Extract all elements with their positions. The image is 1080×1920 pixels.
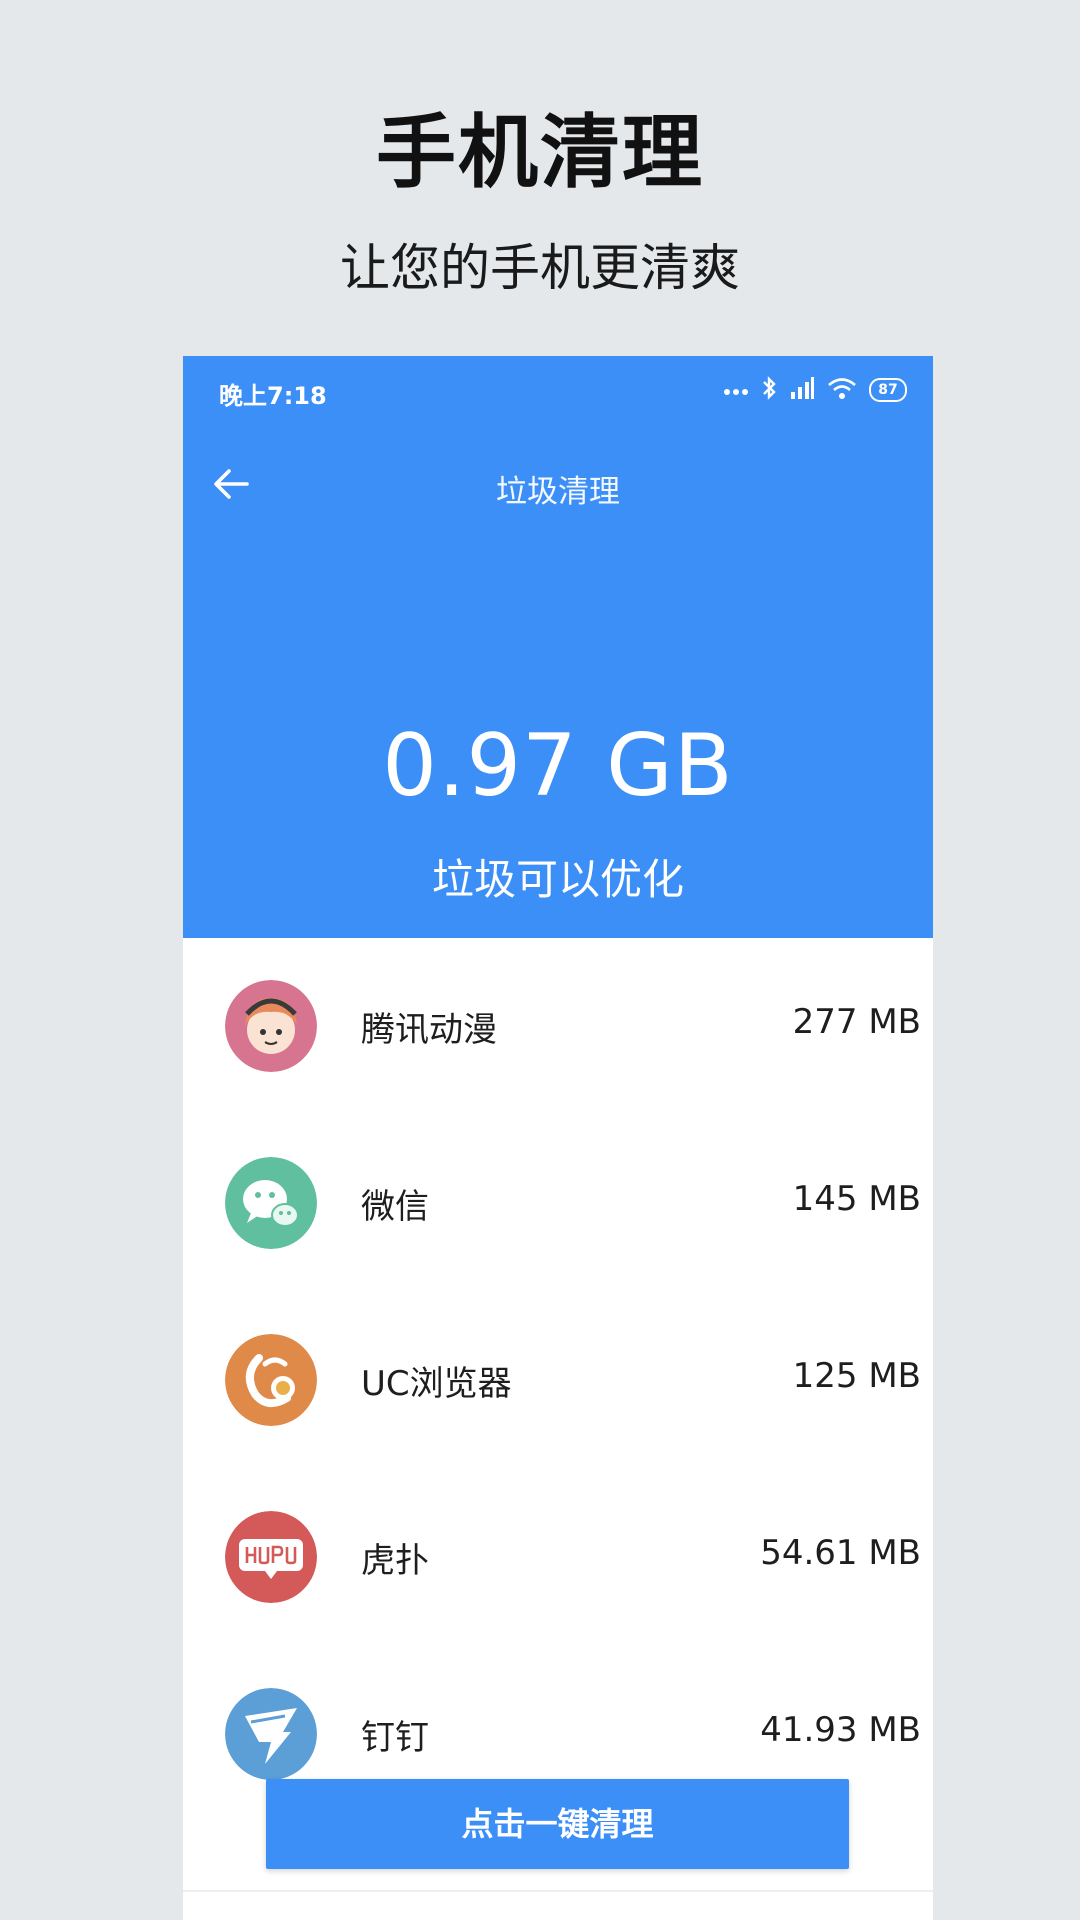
app-size: 277 MB	[792, 1002, 921, 1042]
app-name: 微信	[361, 1187, 429, 1227]
app-name: 腾讯动漫	[361, 1010, 497, 1050]
phone-screen: 晚上7:18 87 垃圾清理 0.97 GB 垃圾可以优化 腾讯动漫 277 M…	[183, 356, 933, 1920]
list-item[interactable]: 虎扑 54.61 MB	[183, 1469, 933, 1646]
list-item[interactable]: UC浏览器 125 MB	[183, 1292, 933, 1469]
promo-subtitle: 让您的手机更清爽	[340, 239, 740, 297]
nav-bar: 垃圾清理	[183, 446, 933, 526]
signal-dots-icon	[723, 381, 749, 400]
dingtalk-icon	[225, 1688, 317, 1780]
status-bar: 晚上7:18 87	[183, 356, 933, 426]
app-size: 41.93 MB	[760, 1710, 921, 1750]
list-item[interactable]: 微信 145 MB	[183, 1115, 933, 1292]
uc-browser-icon	[225, 1334, 317, 1426]
bluetooth-icon	[761, 375, 777, 405]
junk-caption: 垃圾可以优化	[431, 855, 684, 904]
cellular-signal-icon	[789, 375, 815, 405]
divider	[183, 1890, 933, 1892]
app-name: 钉钉	[361, 1718, 429, 1758]
wifi-icon	[827, 376, 857, 404]
battery-icon: 87	[869, 378, 907, 402]
junk-size-value: 0.97 GB	[382, 716, 734, 816]
list-item[interactable]: 腾讯动漫 277 MB	[183, 938, 933, 1115]
status-time: 晚上7:18	[219, 382, 327, 410]
status-icons: 87	[723, 372, 907, 408]
page-title: 垃圾清理	[496, 474, 620, 510]
app-size: 145 MB	[792, 1179, 921, 1219]
wechat-icon	[225, 1157, 317, 1249]
hupu-icon	[225, 1511, 317, 1603]
app-name: UC浏览器	[361, 1364, 512, 1404]
app-name: 虎扑	[361, 1541, 429, 1581]
header-panel: 晚上7:18 87 垃圾清理 0.97 GB 垃圾可以优化	[183, 356, 933, 938]
tencent-comic-icon	[225, 980, 317, 1072]
one-click-clean-button[interactable]: 点击一键清理	[266, 1779, 849, 1869]
app-size: 125 MB	[792, 1356, 921, 1396]
promo-title: 手机清理	[376, 106, 704, 199]
app-size: 54.61 MB	[760, 1533, 921, 1573]
